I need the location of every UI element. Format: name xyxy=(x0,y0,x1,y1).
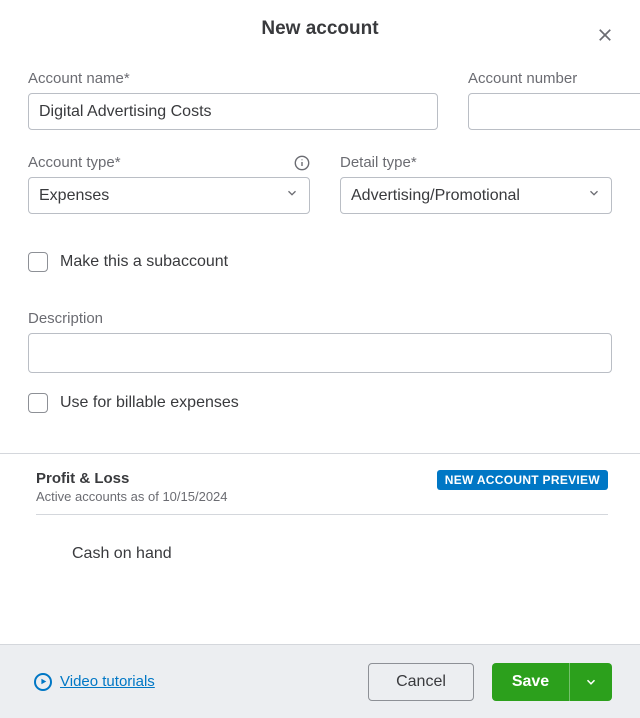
preview-subtitle: Active accounts as of 10/15/2024 xyxy=(36,489,228,504)
preview-item: Cash on hand xyxy=(36,515,608,563)
close-icon xyxy=(596,26,614,44)
billable-label: Use for billable expenses xyxy=(60,394,239,412)
preview-title: Profit & Loss xyxy=(36,470,228,487)
cancel-button[interactable]: Cancel xyxy=(368,663,474,701)
account-name-input[interactable] xyxy=(28,93,438,130)
detail-type-value: Advertising/Promotional xyxy=(351,187,520,205)
play-icon xyxy=(34,673,52,691)
preview-section: Profit & Loss Active accounts as of 10/1… xyxy=(0,453,640,563)
detail-type-select[interactable]: Advertising/Promotional xyxy=(340,177,612,214)
chevron-down-icon xyxy=(584,675,598,689)
account-number-input[interactable] xyxy=(468,93,640,130)
subaccount-checkbox[interactable] xyxy=(28,252,48,272)
subaccount-label: Make this a subaccount xyxy=(60,253,228,271)
chevron-down-icon xyxy=(587,186,601,205)
description-input[interactable] xyxy=(28,333,612,373)
preview-badge: NEW ACCOUNT PREVIEW xyxy=(437,470,608,490)
modal-title: New account xyxy=(261,18,378,40)
save-dropdown-button[interactable] xyxy=(570,663,612,701)
video-tutorials-link[interactable]: Video tutorials xyxy=(60,673,155,690)
account-type-value: Expenses xyxy=(39,187,109,205)
account-type-label: Account type* xyxy=(28,154,121,171)
account-number-label: Account number xyxy=(468,70,640,87)
description-label: Description xyxy=(28,310,612,327)
detail-type-label: Detail type* xyxy=(340,154,612,171)
close-button[interactable] xyxy=(592,22,618,48)
billable-checkbox[interactable] xyxy=(28,393,48,413)
info-icon[interactable] xyxy=(294,155,310,171)
save-button[interactable]: Save xyxy=(492,663,570,701)
account-name-label: Account name* xyxy=(28,70,438,87)
chevron-down-icon xyxy=(285,186,299,205)
account-type-select[interactable]: Expenses xyxy=(28,177,310,214)
